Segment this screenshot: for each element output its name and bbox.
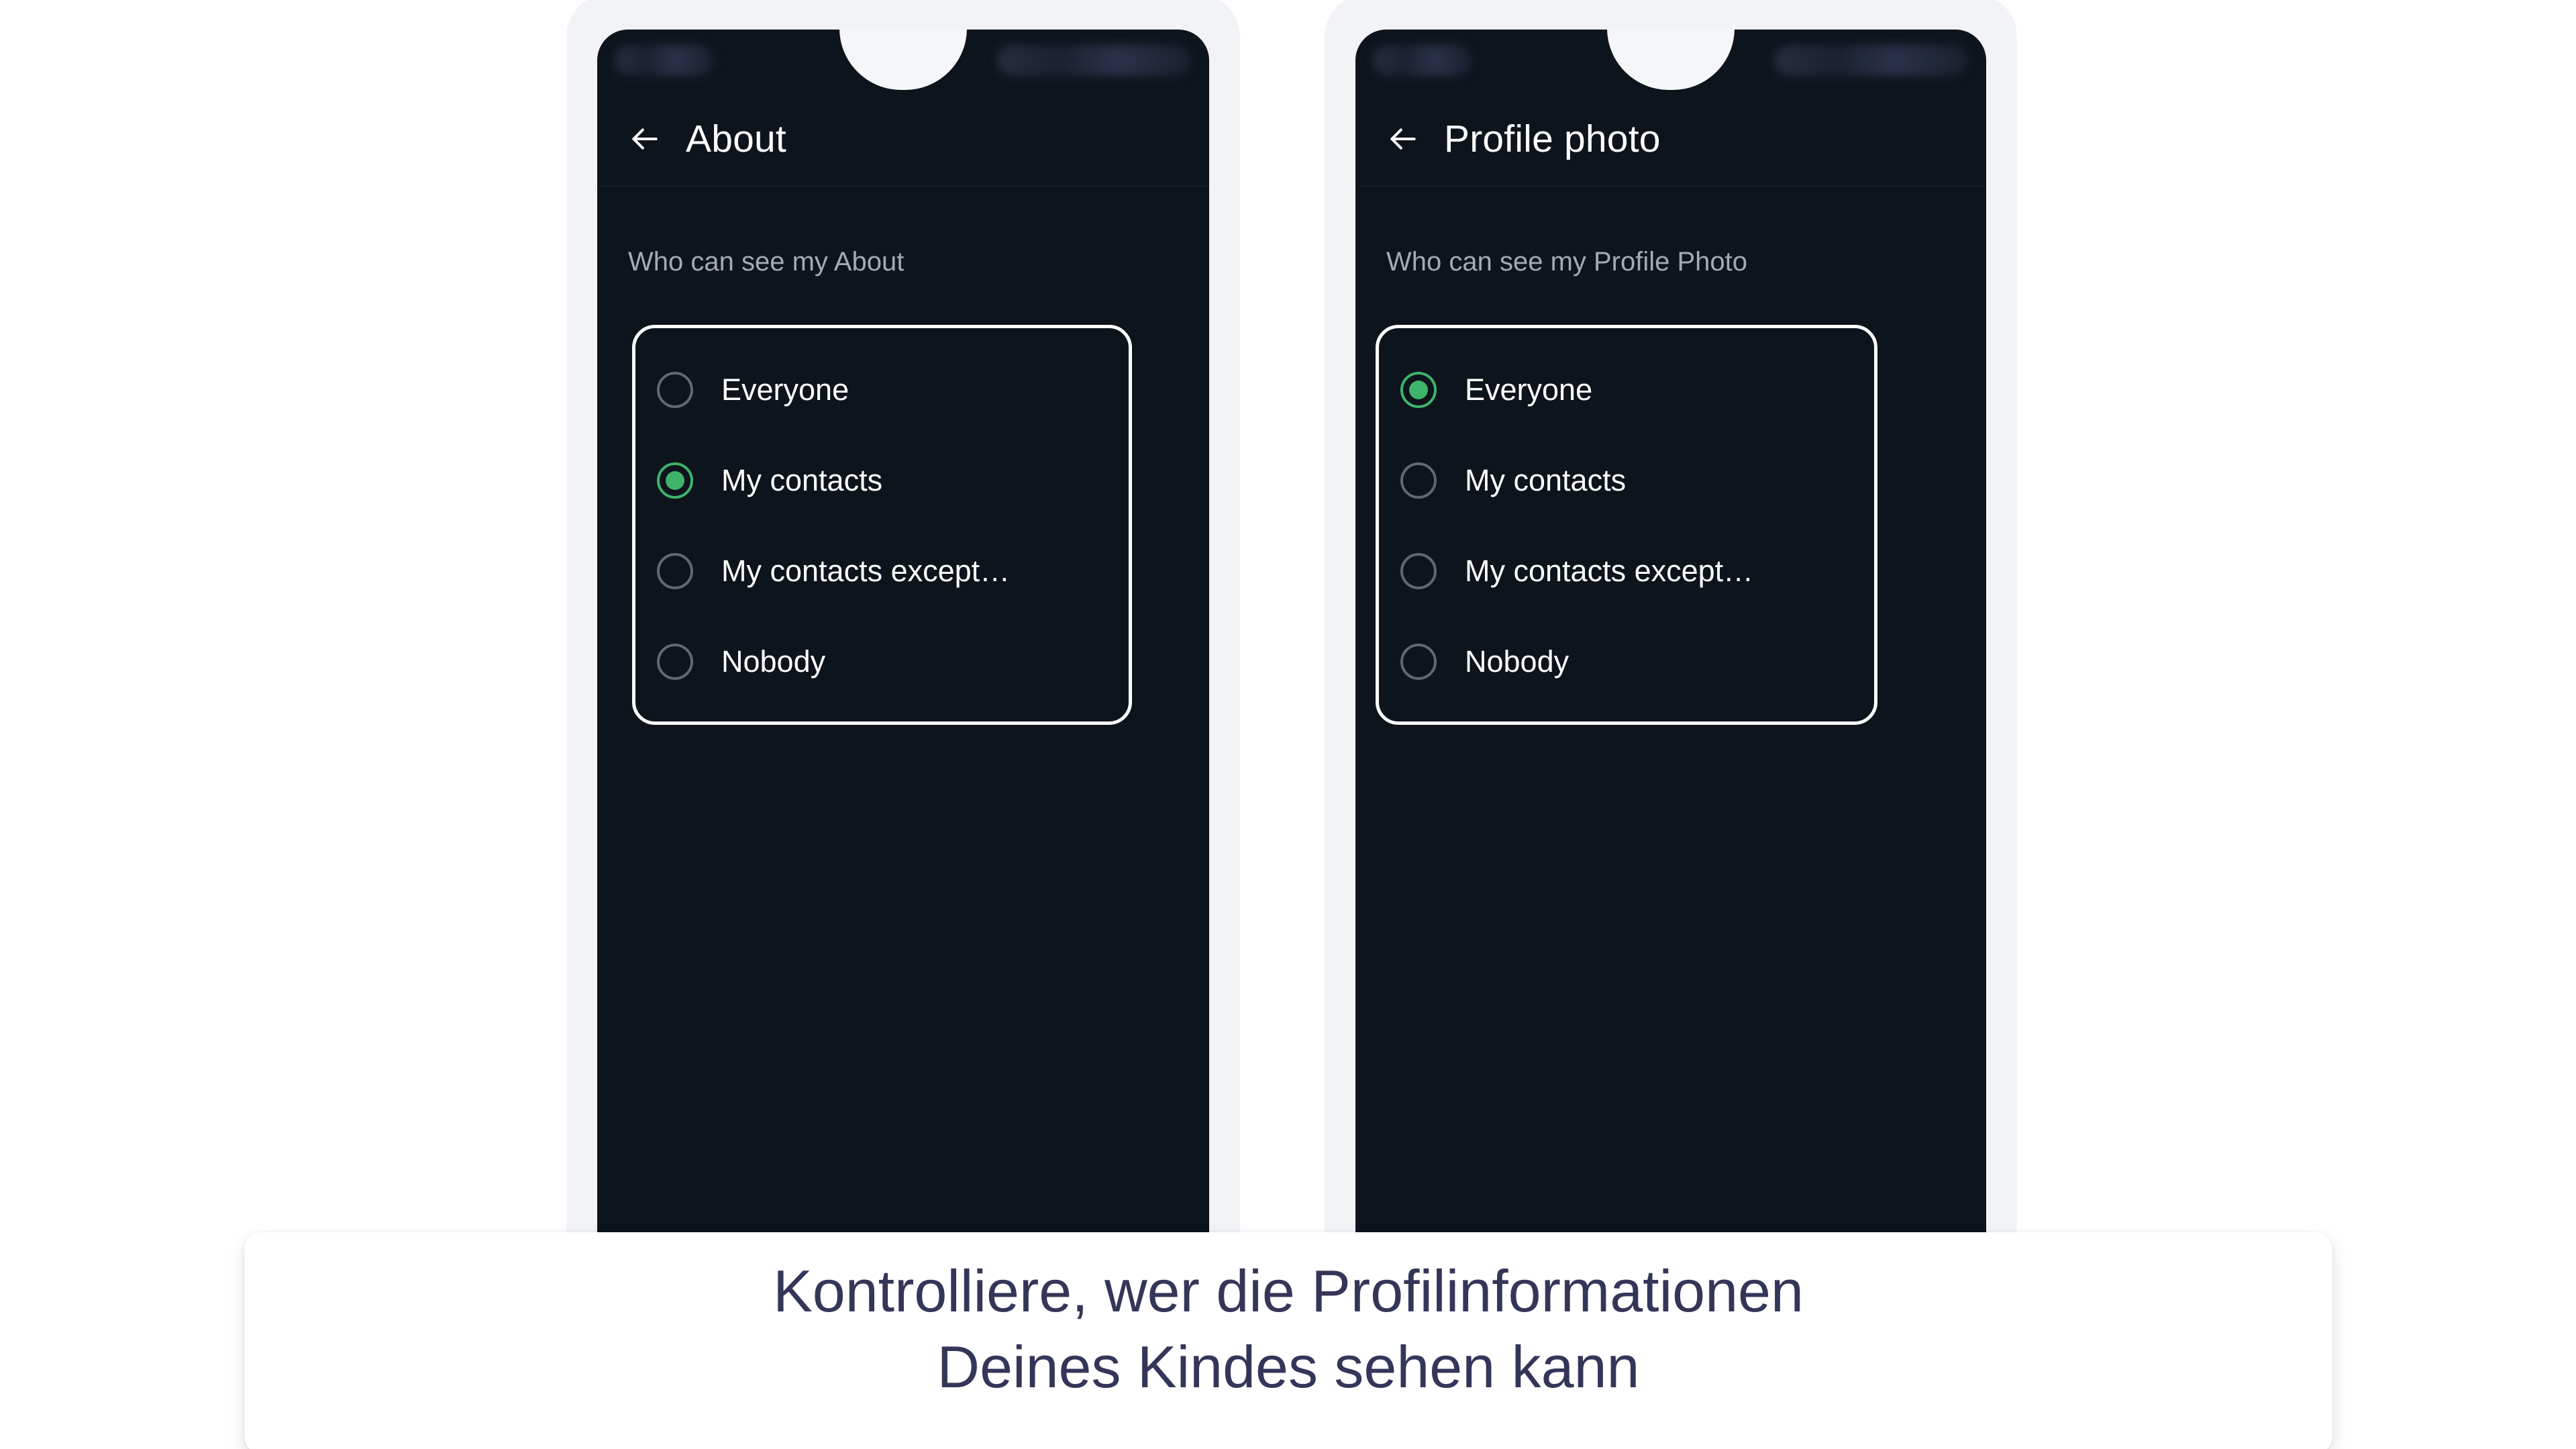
- option-label-everyone: Everyone: [1465, 372, 1593, 407]
- radio-button-my-contacts-except[interactable]: [1400, 552, 1437, 589]
- caption-line-1: Kontrolliere, wer die Profilinformatione…: [773, 1258, 1804, 1324]
- option-row-nobody[interactable]: Nobody: [635, 616, 1129, 707]
- status-bar-right-icons: [997, 45, 1192, 76]
- phone-mockup-about: About Who can see my About Everyone My c…: [567, 0, 1239, 1270]
- option-row-nobody[interactable]: Nobody: [1379, 616, 1874, 707]
- status-bar-left-icons: [1373, 45, 1472, 76]
- option-label-nobody: Nobody: [1465, 644, 1569, 679]
- option-label-my-contacts-except: My contacts except…: [1465, 553, 1754, 588]
- option-label-my-contacts-except: My contacts except…: [721, 553, 1011, 588]
- option-label-my-contacts: My contacts: [1465, 462, 1627, 497]
- caption-line-2: Deines Kindes sehen kann: [937, 1333, 1640, 1400]
- screenshot-stage: About Who can see my About Everyone My c…: [0, 0, 2576, 1449]
- app-bar: About: [597, 91, 1209, 187]
- radio-dot-icon: [1409, 380, 1428, 399]
- section-label: Who can see my About: [628, 247, 905, 277]
- section-label: Who can see my Profile Photo: [1386, 247, 1748, 277]
- option-row-my-contacts-except[interactable]: My contacts except…: [1379, 526, 1874, 616]
- phone-screen-profile-photo: Profile photo Who can see my Profile Pho…: [1355, 30, 1986, 1270]
- status-bar-left-icons: [615, 45, 714, 76]
- option-row-my-contacts-except[interactable]: My contacts except…: [635, 526, 1129, 616]
- option-label-nobody: Nobody: [721, 644, 826, 679]
- radio-dot-icon: [666, 470, 684, 490]
- phone-screen-about: About Who can see my About Everyone My c…: [597, 30, 1209, 1270]
- radio-button-my-contacts[interactable]: [1400, 462, 1437, 499]
- phone-mockup-profile-photo: Profile photo Who can see my Profile Pho…: [1325, 0, 2016, 1270]
- radio-button-my-contacts-except[interactable]: [657, 552, 693, 589]
- radio-button-my-contacts[interactable]: [657, 462, 693, 499]
- privacy-options-group: Everyone My contacts My contacts except……: [1376, 325, 1877, 725]
- option-label-everyone: Everyone: [721, 372, 849, 407]
- radio-button-nobody[interactable]: [1400, 643, 1437, 680]
- status-bar-right-icons: [1774, 45, 1969, 76]
- option-label-my-contacts: My contacts: [721, 462, 883, 497]
- radio-button-everyone[interactable]: [1400, 371, 1437, 408]
- option-row-everyone[interactable]: Everyone: [1379, 344, 1874, 435]
- option-row-my-contacts[interactable]: My contacts: [1379, 435, 1874, 526]
- radio-button-nobody[interactable]: [657, 643, 693, 680]
- page-title: Profile photo: [1444, 117, 1661, 160]
- radio-button-everyone[interactable]: [657, 371, 693, 408]
- caption-card: Kontrolliere, wer die Profilinformatione…: [244, 1232, 2332, 1449]
- app-bar: Profile photo: [1355, 91, 1986, 187]
- page-title: About: [686, 117, 786, 160]
- back-arrow-icon[interactable]: [628, 122, 662, 156]
- back-arrow-icon[interactable]: [1386, 122, 1420, 156]
- option-row-everyone[interactable]: Everyone: [635, 344, 1129, 435]
- option-row-my-contacts[interactable]: My contacts: [635, 435, 1129, 526]
- privacy-options-group: Everyone My contacts My contacts except……: [632, 325, 1132, 725]
